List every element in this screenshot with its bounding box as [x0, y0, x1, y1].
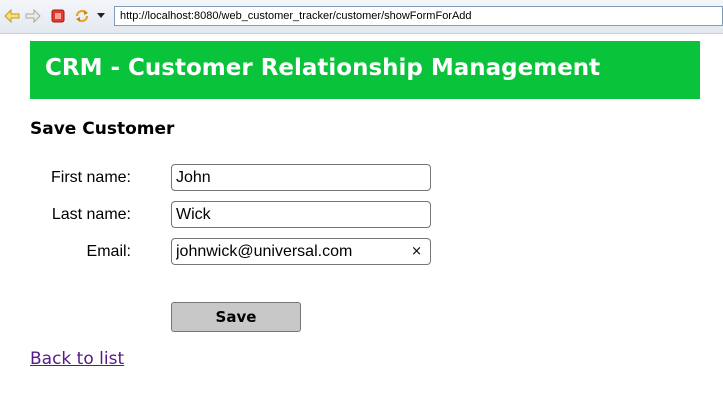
dropdown-arrow-icon[interactable]: [95, 9, 107, 21]
address-bar[interactable]: http://localhost:8080/web_customer_track…: [114, 6, 723, 26]
first-name-input[interactable]: [172, 165, 430, 190]
clear-icon[interactable]: ×: [411, 244, 422, 260]
stop-icon[interactable]: [49, 7, 67, 25]
back-arrow-icon[interactable]: [3, 7, 21, 25]
first-name-label: First name:: [50, 169, 131, 186]
back-to-list-link[interactable]: Back to list: [30, 349, 124, 369]
last-name-field[interactable]: [171, 201, 431, 228]
save-button[interactable]: Save: [171, 302, 301, 332]
app-title: CRM - Customer Relationship Management: [45, 55, 601, 81]
app-header: CRM - Customer Relationship Management: [30, 41, 700, 99]
email-label: Email:: [86, 243, 131, 260]
last-name-input[interactable]: [172, 202, 430, 227]
forward-arrow-icon[interactable]: [24, 7, 42, 25]
browser-toolbar: http://localhost:8080/web_customer_track…: [0, 0, 723, 34]
first-name-field[interactable]: [171, 164, 431, 191]
email-input[interactable]: [172, 239, 430, 264]
email-field[interactable]: ×: [171, 238, 431, 265]
reload-icon[interactable]: [73, 7, 91, 25]
last-name-label: Last name:: [51, 206, 131, 223]
address-bar-url: http://localhost:8080/web_customer_track…: [120, 10, 472, 22]
page-title: Save Customer: [30, 119, 175, 139]
